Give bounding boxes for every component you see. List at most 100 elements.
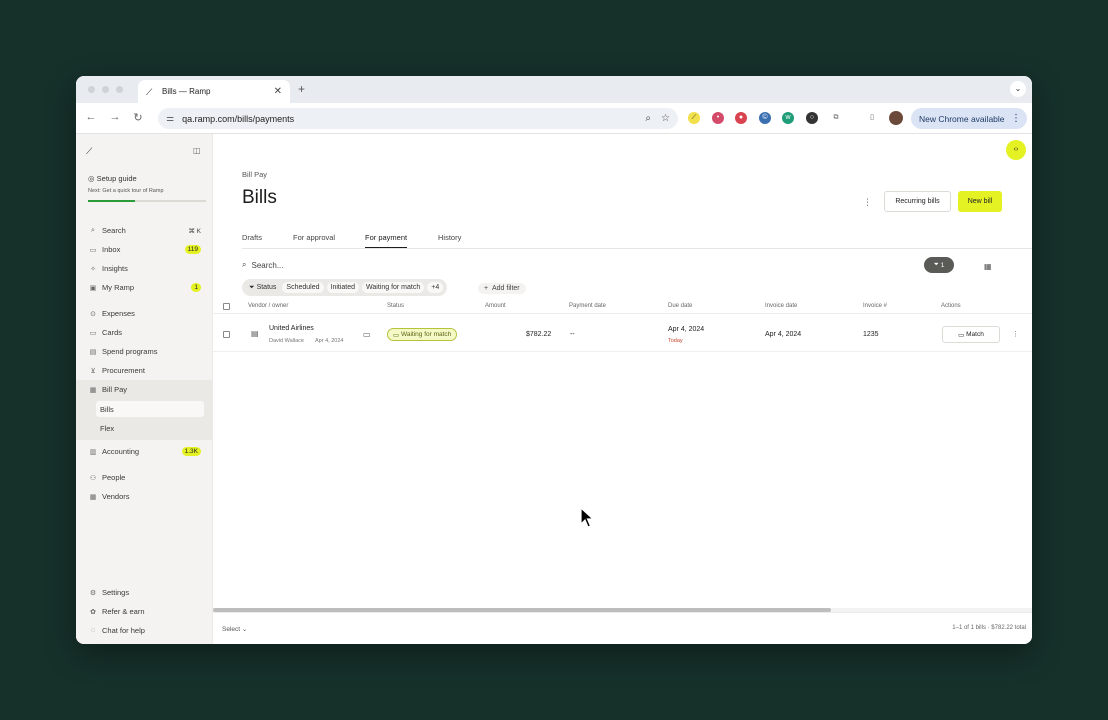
ramp-extension-icon[interactable]: ⟋ (688, 112, 700, 124)
ramp-logo-icon[interactable]: ⟋ (86, 146, 92, 157)
side-panel-icon[interactable]: ▯ (866, 112, 878, 124)
payment-method-card-icon: ▭ (363, 330, 371, 339)
column-header[interactable]: Payment date (569, 303, 606, 309)
filter-count-button[interactable]: ⏷ 1 (924, 257, 954, 273)
close-tab-icon[interactable]: ✕ (274, 86, 282, 97)
recurring-bills-button[interactable]: Recurring bills (884, 191, 951, 212)
row-more-icon[interactable]: ⋮ (1012, 330, 1019, 338)
chip-waiting-for-match[interactable]: Waiting for match (362, 282, 425, 293)
site-settings-icon[interactable]: ⚌ (166, 113, 174, 124)
new-tab-button[interactable]: + (298, 82, 305, 96)
sidebar-item-label: Cards (102, 328, 123, 337)
table-summary: 1–1 of 1 bills · $782.22 total (952, 625, 1026, 631)
gift-icon: ✿ (90, 608, 96, 616)
match-button[interactable]: ▭ Match (942, 326, 1000, 343)
chrome-menu-icon[interactable]: ⋮ (1011, 113, 1021, 124)
setup-guide[interactable]: ◎ Setup guide (88, 174, 137, 183)
status-filter-chips[interactable]: ⏷ Status Scheduled Initiated Waiting for… (242, 279, 448, 296)
column-header[interactable]: Amount (485, 303, 506, 309)
zoom-icon[interactable]: ⌕ (645, 113, 651, 124)
profile-avatar[interactable] (889, 111, 903, 125)
sidebar-item-label: Bill Pay (102, 385, 128, 394)
column-header[interactable]: Due date (668, 303, 692, 309)
chip-scheduled[interactable]: Scheduled (282, 282, 324, 293)
sidebar-item-spend-programs[interactable]: ▤ Spend programs (82, 343, 207, 360)
sidebar-item-settings[interactable]: ⚙ Settings (82, 584, 207, 601)
back-arrow-icon[interactable]: ← (84, 111, 98, 123)
sidebar-item-expenses[interactable]: ⊙ Expenses (82, 305, 207, 322)
sidebar-item-chat[interactable]: ◌ Chat for help (82, 622, 207, 639)
w-extension-icon[interactable]: w (782, 112, 794, 124)
browser-tab-bills[interactable]: ⟋ Bills — Ramp ✕ (138, 80, 290, 103)
tab-for-payment[interactable]: For payment (365, 233, 408, 248)
inbox-icon: ▭ (89, 246, 97, 254)
red-extension-icon[interactable]: ● (735, 112, 747, 124)
sidebar-subitem-flex[interactable]: Flex (96, 420, 204, 436)
address-bar[interactable]: ⚌ qa.ramp.com/bills/payments ⌕ ☆ (158, 108, 678, 129)
column-header[interactable]: Vendor / owner (248, 303, 288, 309)
filter-icon: ⏷ (933, 261, 939, 268)
sidebar-item-procurement[interactable]: ⊻ Procurement (82, 362, 207, 379)
search-input[interactable]: Search... (251, 261, 283, 270)
sidebar-subitem-bills[interactable]: Bills (96, 401, 204, 417)
more-options-icon[interactable]: ⋮ (863, 197, 872, 208)
browser-window: ⟋ Bills — Ramp ✕ + ⌄ ← → ↻ ⚌ qa.ramp.com… (76, 76, 1032, 644)
sidebar-item-accounting[interactable]: ▥ Accounting 1.3K (82, 443, 207, 460)
column-header[interactable]: Invoice date (765, 303, 797, 309)
status-label: Status (256, 284, 277, 291)
my-ramp-icon: ▣ (89, 284, 97, 292)
dev-tools-toggle[interactable]: ‹› (1006, 140, 1026, 160)
match-label: Match (966, 331, 984, 338)
status-filter-label[interactable]: ⏷ Status (246, 284, 279, 292)
minimize-window-dot[interactable] (102, 86, 109, 93)
collapse-sidebar-icon[interactable]: ◫ (193, 146, 201, 155)
plus-icon: + (484, 285, 489, 292)
tab-history[interactable]: History (438, 233, 461, 242)
chrome-update-button[interactable]: New Chrome available ⋮ (911, 108, 1027, 129)
extension-badge-icon[interactable]: • (712, 112, 724, 124)
bill-search[interactable]: ⌕ Search... (242, 260, 284, 270)
sidebar-item-my-ramp[interactable]: ▣ My Ramp 1 (82, 279, 207, 296)
tab-search-chevron-icon[interactable]: ⌄ (1010, 81, 1026, 97)
calendar-icon[interactable]: ▦ (984, 262, 992, 271)
select-dropdown[interactable]: Select ⌄ (222, 625, 247, 633)
vendor-name: United Airlines (269, 325, 314, 332)
search-shortcut: ⌘ K (188, 227, 201, 235)
sidebar-item-label: Accounting (102, 447, 140, 456)
bookmark-star-icon[interactable]: ☆ (661, 113, 670, 124)
add-filter-label: Add filter (491, 285, 520, 292)
chip-initiated[interactable]: Initiated (326, 282, 360, 293)
sidebar-item-people[interactable]: ⚇ People (82, 469, 207, 486)
sidebar-item-inbox[interactable]: ▭ Inbox 119 (82, 241, 207, 258)
new-bill-button[interactable]: New bill (958, 191, 1002, 212)
url-text[interactable]: qa.ramp.com/bills/payments (182, 114, 645, 124)
circle-extension-icon[interactable]: ○ (806, 112, 818, 124)
table-row[interactable]: ▤ United Airlines David Wallace Apr 4, 2… (213, 318, 1032, 352)
sidebar-item-insights[interactable]: ✧ Insights (82, 260, 207, 277)
blue-extension-icon[interactable]: © (759, 112, 771, 124)
reload-icon[interactable]: ↻ (131, 111, 145, 124)
sidebar-item-refer[interactable]: ✿ Refer & earn (82, 603, 207, 620)
forward-arrow-icon[interactable]: → (108, 111, 122, 123)
row-checkbox[interactable] (223, 331, 230, 338)
due-note: Today (668, 338, 683, 344)
chat-icon: ◌ (90, 627, 96, 634)
add-filter-button[interactable]: + Add filter (478, 283, 526, 294)
invoice-number: 1235 (863, 331, 879, 338)
sidebar-item-label: Refer & earn (102, 607, 145, 616)
chip-more[interactable]: +4 (427, 282, 444, 293)
setup-guide-icon: ◎ (88, 174, 95, 183)
setup-guide-label: Setup guide (96, 174, 137, 183)
sidebar-item-search[interactable]: ⌕ Search ⌘ K (82, 222, 207, 239)
sidebar-item-cards[interactable]: ▭ Cards (82, 324, 207, 341)
column-header[interactable]: Status (387, 303, 404, 309)
sidebar-item-vendors[interactable]: ▦ Vendors (82, 488, 207, 505)
tab-for-approval[interactable]: For approval (293, 233, 335, 242)
sidebar-item-bill-pay[interactable]: ▦ Bill Pay (82, 381, 207, 398)
extensions-puzzle-icon[interactable]: ⧉ (830, 112, 842, 124)
column-header[interactable]: Invoice # (863, 303, 887, 309)
select-all-checkbox[interactable] (223, 303, 230, 310)
close-window-dot[interactable] (88, 86, 95, 93)
maximize-window-dot[interactable] (116, 86, 123, 93)
tab-drafts[interactable]: Drafts (242, 233, 262, 242)
